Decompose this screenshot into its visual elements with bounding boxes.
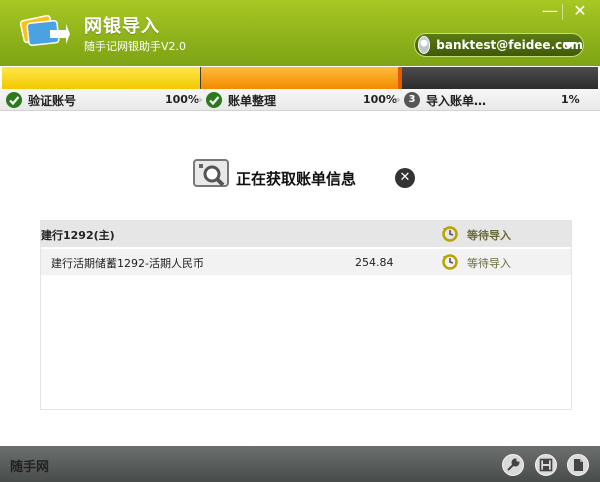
document-icon	[574, 459, 583, 471]
step-verify-account: 验证账号	[6, 89, 76, 111]
table-row[interactable]: 建行1292(主) 等待导入	[41, 221, 571, 247]
account-email: banktest@feidee.com	[436, 38, 583, 52]
account-amount: 254.84	[355, 256, 394, 269]
save-icon	[539, 458, 553, 472]
window-button-divider	[562, 4, 563, 20]
step-import-bills: 3 导入账单…	[404, 89, 486, 111]
account-list: 建行1292(主) 等待导入 建行活期储蓄1292-活期人民币 254.84 等…	[40, 220, 572, 410]
step-label: 验证账号	[28, 93, 77, 108]
progress-segment-verify	[2, 67, 200, 89]
app-subtitle: 随手记网银助手V2.0	[84, 40, 187, 53]
app-logo-icon	[20, 14, 70, 46]
step-percent: 100%	[363, 93, 397, 106]
check-icon	[206, 92, 222, 108]
document-button[interactable]	[567, 454, 589, 476]
step-label: 导入账单…	[426, 93, 487, 108]
chevron-down-icon	[563, 42, 575, 49]
wrench-icon	[507, 458, 520, 471]
settings-button[interactable]	[502, 454, 524, 476]
table-row[interactable]: 建行活期储蓄1292-活期人民币 254.84 等待导入	[41, 249, 571, 275]
minimize-button[interactable]: —	[538, 2, 562, 22]
progress-segment-remaining	[402, 67, 598, 89]
account-dropdown[interactable]: banktest@feidee.com	[414, 33, 584, 57]
progress-segment-organize	[201, 67, 398, 89]
step-percent: 1%	[561, 93, 580, 106]
search-document-icon	[193, 159, 229, 187]
step-percent: 100%	[165, 93, 199, 106]
footer-brand: 随手网	[10, 460, 50, 475]
account-name: 建行活期储蓄1292-活期人民币	[51, 257, 204, 270]
import-status: 等待导入	[467, 257, 511, 270]
app-title: 网银导入	[84, 16, 160, 37]
save-button[interactable]	[535, 454, 557, 476]
step-number-badge: 3	[404, 92, 420, 108]
close-window-button[interactable]: ✕	[568, 2, 592, 22]
step-arrow-icon: »	[394, 93, 401, 106]
import-status: 等待导入	[467, 229, 511, 242]
account-group-name: 建行1292(主)	[41, 229, 115, 242]
step-arrow-icon: »	[196, 93, 203, 106]
step-labels: 验证账号 100% » 账单整理 100% » 3 导入账单… 1%	[0, 89, 600, 111]
step-organize-bills: 账单整理	[206, 89, 276, 111]
waiting-clock-icon	[442, 254, 458, 270]
status-message: 正在获取账单信息	[236, 170, 357, 188]
waiting-clock-icon	[442, 226, 458, 242]
avatar	[418, 36, 431, 54]
check-icon	[6, 92, 22, 108]
cancel-button[interactable]: ✕	[395, 168, 415, 188]
title-bar: 网银导入 随手记网银助手V2.0 — ✕ banktest@feidee.com	[0, 0, 600, 66]
step-label: 账单整理	[228, 93, 277, 108]
import-progress-bar	[2, 67, 598, 89]
footer-bar: 随手网	[0, 446, 600, 482]
